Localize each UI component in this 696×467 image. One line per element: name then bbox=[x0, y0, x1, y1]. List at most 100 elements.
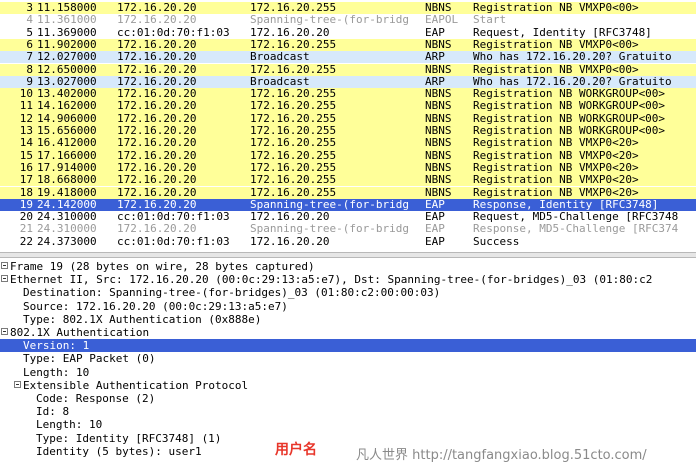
packet-row[interactable]: 19 24.142000 172.16.20.20 Spanning-tree-(fo… bbox=[0, 198, 696, 212]
packet-row[interactable]: 13 15.656000 172.16.20.20 172.16.20.255 NBNS… bbox=[0, 125, 696, 138]
packet-number: 19 bbox=[19, 198, 33, 211]
packet-number: 14 bbox=[19, 137, 33, 150]
collapse-toggle-icon[interactable] bbox=[1, 328, 8, 335]
detail-row[interactable]: Id: 8 bbox=[0, 405, 696, 418]
packet-row[interactable]: 14 16.412000 172.16.20.20 172.16.20.255 NBNS… bbox=[0, 137, 696, 150]
packet-protocol: EAP bbox=[425, 26, 445, 39]
packet-info: Start bbox=[473, 14, 507, 27]
packet-number: 21 bbox=[19, 223, 33, 236]
packet-row[interactable]: 17 18.668000 172.16.20.20 172.16.20.255 NBNS… bbox=[0, 174, 696, 187]
packet-list[interactable]: 3 11.158000 172.16.20.20 172.16.20.255 NBNS R… bbox=[0, 0, 696, 252]
packet-info: Registration NB VMXP0<20> bbox=[473, 186, 639, 199]
packet-row[interactable]: 15 17.166000 172.16.20.20 172.16.20.255 NBNS… bbox=[0, 149, 696, 162]
collapse-toggle-icon[interactable] bbox=[14, 380, 21, 388]
packet-row[interactable]: 9 13.027000 172.16.20.20 Broadcast ARP Who ha… bbox=[0, 75, 696, 89]
packet-protocol: EAPOL bbox=[425, 14, 459, 27]
detail-row[interactable]: Destination: Spanning-tree-(for-bridges)… bbox=[0, 286, 696, 299]
packet-number: 8 bbox=[26, 63, 33, 76]
detail-row[interactable]: Extensible Authentication Protocol bbox=[0, 379, 696, 392]
detail-row[interactable]: Length: 10 bbox=[0, 366, 696, 379]
packet-info: Registration NB VMXP0<00> bbox=[473, 38, 639, 51]
packet-protocol: NBNS bbox=[425, 88, 452, 101]
packet-destination: 172.16.20.255 bbox=[250, 100, 337, 113]
packet-row[interactable]: 18 19.418000 172.16.20.20 172.16.20.255 NBNS… bbox=[0, 186, 696, 199]
packet-source: 172.16.20.20 bbox=[117, 137, 197, 150]
packet-destination: 172.16.20.255 bbox=[250, 112, 337, 125]
detail-text: Destination: Spanning-tree-(for-bridges)… bbox=[23, 286, 441, 300]
packet-time: 11.361000 bbox=[37, 14, 97, 27]
detail-row[interactable]: Frame 19 (28 bytes on wire, 28 bytes cap… bbox=[0, 260, 696, 273]
packet-time: 17.166000 bbox=[37, 149, 97, 162]
packet-time: 19.418000 bbox=[37, 186, 97, 199]
detail-text: Id: 8 bbox=[36, 405, 70, 419]
packet-number: 10 bbox=[19, 88, 33, 101]
detail-row[interactable]: Type: 802.1X Authentication (0x888e) bbox=[0, 313, 696, 326]
detail-text: Type: EAP Packet (0) bbox=[23, 352, 156, 366]
packet-source: 172.16.20.20 bbox=[117, 38, 197, 51]
packet-time: 24.373000 bbox=[37, 235, 97, 248]
packet-info: Request, Identity [RFC3748] bbox=[473, 26, 652, 39]
packet-row[interactable]: 22 24.373000 cc:01:0d:70:f1:03 172.16.20.20… bbox=[0, 235, 696, 248]
packet-source: 172.16.20.20 bbox=[117, 198, 197, 211]
packet-info: Who has 172.16.20.20? Gratuito bbox=[473, 75, 672, 88]
packet-source: 172.16.20.20 bbox=[117, 174, 197, 187]
packet-time: 13.402000 bbox=[37, 88, 97, 101]
detail-row[interactable]: Length: 10 bbox=[0, 418, 696, 431]
packet-source: 172.16.20.20 bbox=[117, 112, 197, 125]
packet-number: 6 bbox=[26, 38, 33, 51]
collapse-toggle-icon[interactable] bbox=[1, 275, 8, 283]
packet-row[interactable]: 16 17.914000 172.16.20.20 172.16.20.255 NBNS… bbox=[0, 161, 696, 175]
detail-text: Type: Identity [RFC3748] (1) bbox=[36, 431, 222, 445]
packet-protocol: EAP bbox=[425, 223, 445, 236]
packet-time: 18.668000 bbox=[37, 174, 97, 187]
packet-row[interactable]: 20 24.310000 cc:01:0d:70:f1:03 172.16.20.20… bbox=[0, 211, 696, 224]
packet-source: 172.16.20.20 bbox=[117, 88, 197, 101]
packet-source: 172.16.20.20 bbox=[117, 63, 197, 76]
packet-time: 15.656000 bbox=[37, 125, 97, 137]
packet-destination: 172.16.20.255 bbox=[250, 38, 337, 51]
packet-info: Registration NB VMXP0<20> bbox=[473, 137, 639, 150]
detail-row[interactable]: 802.1X Authentication bbox=[0, 326, 696, 339]
detail-row[interactable]: Source: 172.16.20.20 (00:0c:29:13:a5:e7) bbox=[0, 300, 696, 313]
packet-protocol: NBNS bbox=[425, 2, 452, 14]
packet-row[interactable]: 4 11.361000 172.16.20.20 Spanning-tree-(for… bbox=[0, 14, 696, 27]
packet-row[interactable]: 10 13.402000 172.16.20.20 172.16.20.255 NBNS… bbox=[0, 88, 696, 101]
detail-row[interactable]: Type: Identity [RFC3748] (1) bbox=[0, 432, 696, 445]
packet-number: 22 bbox=[19, 235, 33, 248]
detail-text: Type: 802.1X Authentication (0x888e) bbox=[23, 312, 262, 326]
detail-row[interactable]: Code: Response (2) bbox=[0, 392, 696, 405]
detail-row[interactable]: Ethernet II, Src: 172.16.20.20 (00:0c:29… bbox=[0, 273, 696, 286]
packet-row[interactable]: 12 14.906000 172.16.20.20 172.16.20.255 NBNS… bbox=[0, 112, 696, 125]
packet-source: 172.16.20.20 bbox=[117, 51, 197, 64]
watermark: 凡人世界 http://tangfangxiao.blog.51cto.com/ bbox=[356, 448, 647, 463]
packet-source: 172.16.20.20 bbox=[117, 149, 197, 162]
annotation-label: 用户名 bbox=[275, 442, 317, 458]
packet-info: Registration NB WORKGROUP<00> bbox=[473, 100, 666, 113]
packet-row[interactable]: 6 11.902000 172.16.20.20 172.16.20.255 NBNS R… bbox=[0, 38, 696, 52]
packet-row[interactable]: 3 11.158000 172.16.20.20 172.16.20.255 NBNS R… bbox=[0, 2, 696, 15]
packet-number: 17 bbox=[19, 174, 33, 187]
packet-source: 172.16.20.20 bbox=[117, 223, 197, 236]
packet-row[interactable]: 11 14.162000 172.16.20.20 172.16.20.255 NBNS… bbox=[0, 100, 696, 113]
packet-time: 17.914000 bbox=[37, 161, 97, 174]
detail-row[interactable]: Version: 1 bbox=[0, 339, 696, 353]
packet-row[interactable]: 8 12.650000 172.16.20.20 172.16.20.255 NBNS R… bbox=[0, 63, 696, 76]
packet-destination: Spanning-tree-(for-bridg bbox=[250, 223, 409, 236]
packet-number: 12 bbox=[19, 112, 33, 125]
packet-info: Registration NB WORKGROUP<00> bbox=[473, 88, 666, 101]
packet-row[interactable]: 21 24.310000 172.16.20.20 Spanning-tree-(fo… bbox=[0, 223, 696, 236]
detail-row[interactable]: Type: EAP Packet (0) bbox=[0, 352, 696, 365]
packet-protocol: NBNS bbox=[425, 63, 452, 76]
packet-protocol: NBNS bbox=[425, 186, 452, 199]
collapse-toggle-icon[interactable] bbox=[1, 262, 8, 269]
packet-row[interactable]: 7 12.027000 172.16.20.20 Broadcast ARP Who ha… bbox=[0, 51, 696, 64]
packet-info: Registration NB VMXP0<00> bbox=[473, 63, 639, 76]
packet-info: Registration NB VMXP0<20> bbox=[473, 174, 639, 187]
packet-info: Registration NB VMXP0<00> bbox=[473, 2, 639, 14]
packet-source: 172.16.20.20 bbox=[117, 100, 197, 113]
packet-time: 14.162000 bbox=[37, 100, 97, 113]
packet-details-tree[interactable]: Frame 19 (28 bytes on wire, 28 bytes cap… bbox=[0, 258, 696, 467]
packet-row[interactable]: 5 11.369000 cc:01:0d:70:f1:03 172.16.20.20 E… bbox=[0, 26, 696, 39]
packet-source: 172.16.20.20 bbox=[117, 2, 197, 14]
packet-info: Registration NB VMXP0<20> bbox=[473, 161, 639, 174]
